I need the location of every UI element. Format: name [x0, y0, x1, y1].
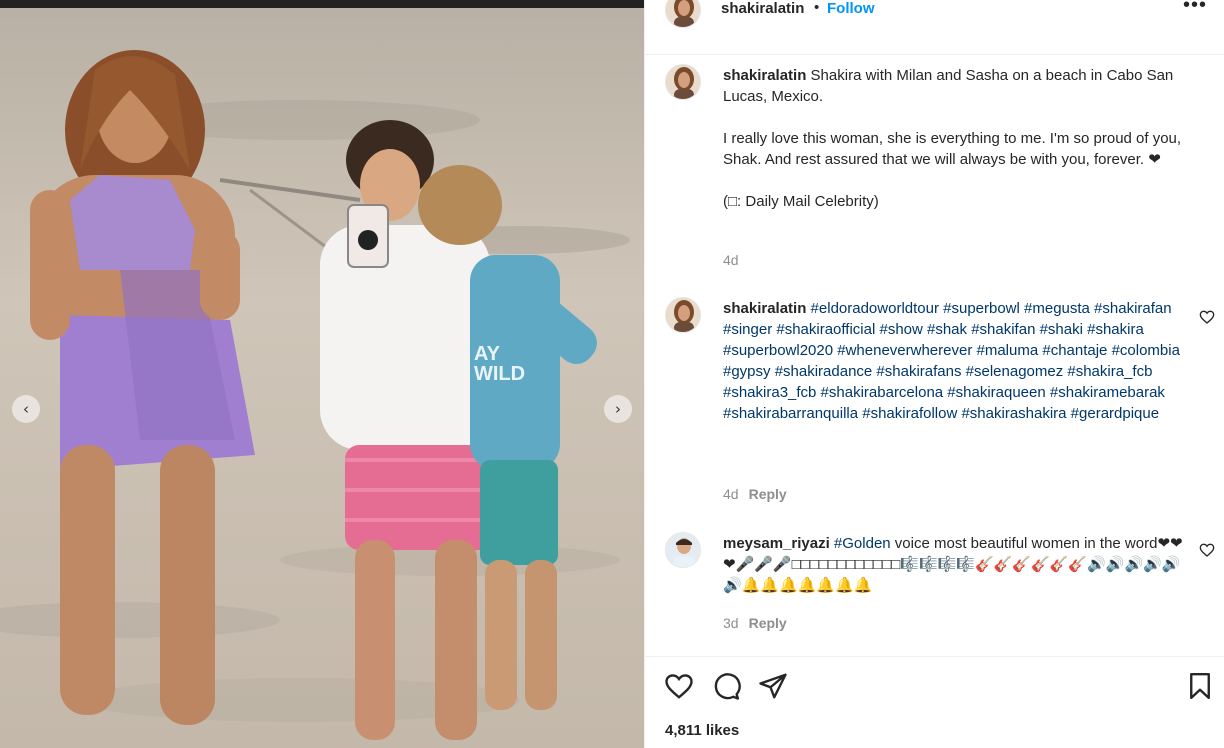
comment-meta: 3d Reply — [723, 615, 787, 631]
caption-text: shakiralatin Shakira with Milan and Sash… — [723, 65, 1183, 233]
svg-text:AY: AY — [474, 343, 501, 365]
comment-username[interactable]: shakiralatin — [723, 300, 806, 317]
comment-bubble-icon[interactable] — [711, 671, 741, 701]
avatar[interactable] — [665, 64, 701, 100]
svg-text:WILD: WILD — [474, 363, 525, 385]
caption-line-2: I really love this woman, she is everyth… — [723, 130, 1182, 168]
post-header: shakiralatin • Follow ••• — [645, 0, 1224, 55]
post-actions: 4,811 likes — [645, 656, 1224, 748]
comment-hashtag[interactable]: #Golden — [834, 535, 891, 552]
list-item: shakiralatin #eldoradoworldtour #superbo… — [645, 289, 1224, 524]
avatar[interactable] — [665, 532, 701, 568]
separator-dot: • — [814, 0, 820, 16]
list-item: meysam_riyazi #Golden voice most beautif… — [645, 524, 1224, 644]
comment-text: meysam_riyazi #Golden voice most beautif… — [723, 533, 1183, 596]
beach-photo: AY WILD — [0, 0, 644, 748]
comment-hashtags[interactable]: #eldoradoworldtour #superbowl #megusta #… — [723, 300, 1180, 422]
chevron-right-icon[interactable]: › — [604, 395, 632, 423]
avatar[interactable] — [665, 297, 701, 333]
instagram-post: AY WILD ‹ › shakiralatin • Follow ••• sh… — [0, 0, 1224, 748]
comment-age: 4d — [723, 486, 739, 502]
avatar[interactable] — [665, 0, 701, 28]
bookmark-icon[interactable] — [1185, 671, 1215, 701]
reply-button[interactable]: Reply — [749, 615, 787, 631]
likes-count[interactable]: 4,811 likes — [665, 722, 739, 739]
reply-button[interactable]: Reply — [749, 486, 787, 502]
comment-age: 3d — [723, 615, 739, 631]
comment-meta: 4d Reply — [723, 486, 787, 502]
paper-plane-icon[interactable] — [758, 671, 788, 701]
post-side-panel: shakiralatin • Follow ••• shakiralatin S… — [644, 0, 1224, 748]
more-options-icon[interactable]: ••• — [1183, 0, 1207, 17]
caption-age: 4d — [723, 252, 739, 268]
heart-icon[interactable] — [664, 671, 694, 701]
follow-button[interactable]: Follow — [827, 0, 875, 17]
caption-meta: 4d — [723, 252, 739, 268]
author-username[interactable]: shakiralatin — [721, 0, 804, 17]
heart-icon[interactable] — [1199, 309, 1215, 325]
caption-item: shakiralatin Shakira with Milan and Sash… — [645, 56, 1224, 286]
post-photo[interactable]: AY WILD ‹ › — [0, 0, 644, 748]
comment-text: shakiralatin #eldoradoworldtour #superbo… — [723, 298, 1183, 424]
comment-username[interactable]: meysam_riyazi — [723, 535, 830, 552]
caption-username[interactable]: shakiralatin — [723, 67, 806, 84]
chevron-left-icon[interactable]: ‹ — [12, 395, 40, 423]
comments-list[interactable]: shakiralatin Shakira with Milan and Sash… — [645, 56, 1224, 656]
caption-credit: (□: Daily Mail Celebrity) — [723, 193, 879, 210]
heart-icon[interactable] — [1199, 542, 1215, 558]
